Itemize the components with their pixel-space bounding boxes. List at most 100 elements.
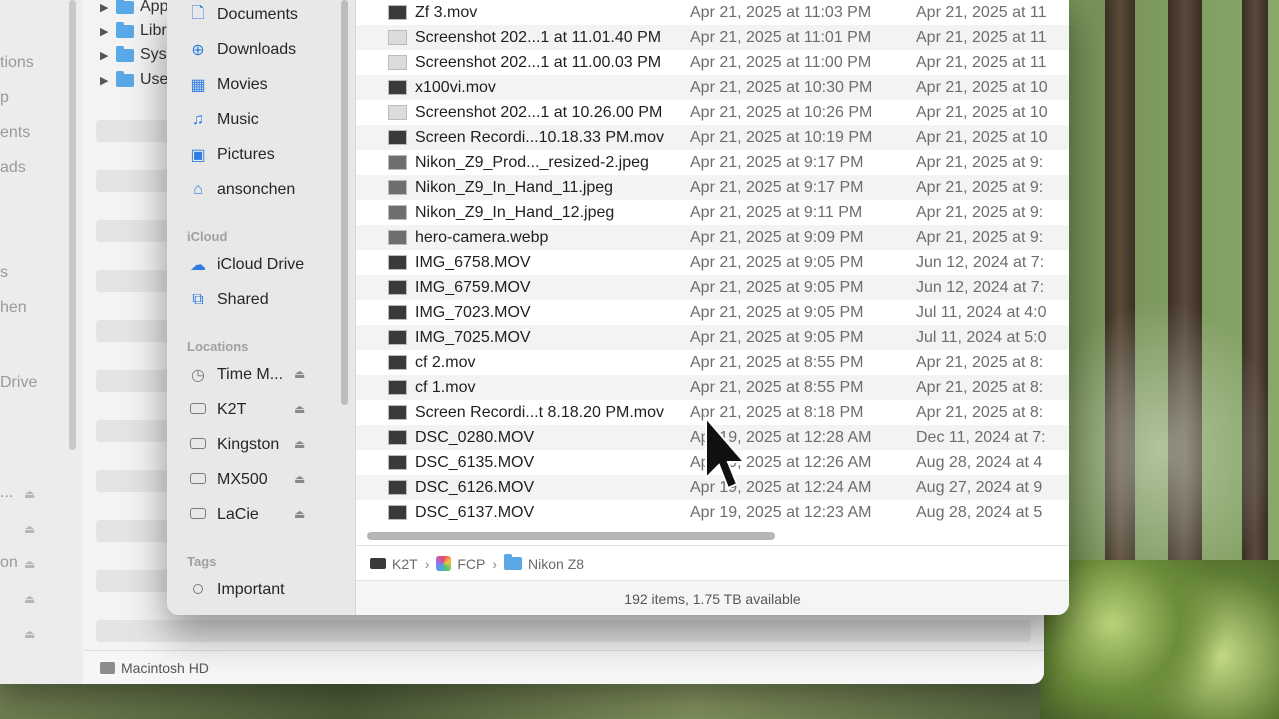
sidebar-item-movies[interactable]: ▦ Movies <box>187 72 267 98</box>
file-row[interactable]: Screenshot 202...1 at 10.26.00 PM Apr 21,… <box>356 100 1069 125</box>
tree-row[interactable]: ▶ Libr <box>100 21 167 40</box>
status-bar: 192 items, 1.75 TB available <box>356 580 1069 615</box>
file-date-created: Apr 21, 2025 at 9: <box>916 228 1044 246</box>
file-thumbnail-icon <box>388 30 407 45</box>
sidebar-item-downloads[interactable]: ⊕ Downloads <box>187 37 296 63</box>
sidebar-item-pictures[interactable]: ▣ Pictures <box>187 142 274 168</box>
hard-disk-icon <box>100 662 115 674</box>
path-label[interactable]: Macintosh HD <box>121 660 209 676</box>
back-sidebar-label: ents <box>0 124 31 141</box>
tree-row[interactable]: ▶ Sys <box>100 45 167 64</box>
cloud-icon: ☁ <box>190 257 206 274</box>
disclosure-triangle-icon[interactable]: ▶ <box>100 1 116 14</box>
file-date-modified: Apr 21, 2025 at 9:09 PM <box>690 228 864 246</box>
sidebar-item-label: K2T <box>217 401 247 418</box>
horizontal-scrollbar[interactable] <box>367 532 775 540</box>
file-row[interactable]: x100vi.mov Apr 21, 2025 at 10:30 PM Apr 21… <box>356 75 1069 100</box>
sidebar-item-icloud-drive[interactable]: ☁ iCloud Drive <box>187 252 304 278</box>
file-row[interactable]: DSC_6137.MOV Apr 19, 2025 at 12:23 AM Aug … <box>356 500 1069 525</box>
file-date-created: Jun 12, 2024 at 7: <box>916 253 1045 271</box>
tree-row-label: App <box>140 0 169 15</box>
file-thumbnail-icon <box>388 105 407 120</box>
disclosure-triangle-icon[interactable]: ▶ <box>100 74 116 87</box>
eject-icon: ⏏ <box>24 627 36 641</box>
back-sidebar-label: s <box>0 264 8 281</box>
file-name: IMG_7025.MOV <box>415 328 531 346</box>
eject-icon[interactable]: ⏏ <box>294 367 305 381</box>
tree-row[interactable]: ▶ Use <box>100 70 168 89</box>
file-date-modified: Apr 21, 2025 at 9:05 PM <box>690 278 864 296</box>
file-date-modified: Apr 21, 2025 at 9:05 PM <box>690 328 864 346</box>
sidebar-item-kingston[interactable]: Kingston <box>187 432 279 458</box>
file-row[interactable]: IMG_7023.MOV Apr 21, 2025 at 9:05 PM Jul 1… <box>356 300 1069 325</box>
file-date-modified: Apr 21, 2025 at 11:01 PM <box>690 28 872 46</box>
file-date-modified: Apr 21, 2025 at 11:03 PM <box>690 3 872 21</box>
tree-row-label: Libr <box>140 22 167 39</box>
sidebar-item-shared[interactable]: ⧉ Shared <box>187 287 269 313</box>
file-date-created: Apr 21, 2025 at 11 <box>916 3 1047 21</box>
drive-icon <box>187 471 209 489</box>
sidebar-item-home[interactable]: ⌂ ansonchen <box>187 177 295 203</box>
disclosure-triangle-icon[interactable]: ▶ <box>100 25 116 38</box>
file-name: Screenshot 202...1 at 10.26.00 PM <box>415 103 663 121</box>
file-row[interactable]: cf 2.mov Apr 21, 2025 at 8:55 PM Apr 21, 2… <box>356 350 1069 375</box>
tree-row[interactable]: ▶ App <box>100 0 168 16</box>
file-name: DSC_6135.MOV <box>415 453 535 471</box>
file-row[interactable]: IMG_6759.MOV Apr 21, 2025 at 9:05 PM Jun 1… <box>356 275 1069 300</box>
path-segment[interactable]: K2T <box>370 556 418 572</box>
sidebar-item-label: MX500 <box>217 471 268 488</box>
file-name: Nikon_Z9_Prod..._resized-2.jpeg <box>415 153 649 171</box>
sidebar-item-mx500[interactable]: MX500 <box>187 467 268 493</box>
sidebar-item-label: Shared <box>217 291 269 308</box>
file-row[interactable]: hero-camera.webp Apr 21, 2025 at 9:09 PM A… <box>356 225 1069 250</box>
file-row[interactable]: Zf 3.mov Apr 21, 2025 at 11:03 PM Apr 21, … <box>356 0 1069 25</box>
file-row[interactable]: cf 1.mov Apr 21, 2025 at 8:55 PM Apr 21, 2… <box>356 375 1069 400</box>
file-row[interactable]: Nikon_Z9_In_Hand_11.jpeg Apr 21, 2025 at … <box>356 175 1069 200</box>
eject-icon[interactable]: ⏏ <box>294 402 305 416</box>
sidebar-item-label: iCloud Drive <box>217 256 305 273</box>
sidebar-item-lacie[interactable]: LaCie <box>187 502 259 528</box>
file-name: Nikon_Z9_In_Hand_12.jpeg <box>415 203 615 221</box>
sidebar-item-music[interactable]: ♫ Music <box>187 107 259 133</box>
file-name: cf 2.mov <box>415 353 476 371</box>
sidebar-item-label: ansonchen <box>217 181 296 198</box>
file-date-modified: Apr 21, 2025 at 9:17 PM <box>690 153 864 171</box>
folder-icon <box>116 70 134 87</box>
sidebar-item-time-machine[interactable]: ◷ Time M... <box>187 362 283 388</box>
file-name: Screenshot 202...1 at 11.01.40 PM <box>415 28 662 46</box>
eject-icon[interactable]: ⏏ <box>294 507 305 521</box>
document-icon: 🗋 <box>191 4 205 22</box>
eject-icon[interactable]: ⏏ <box>294 437 305 451</box>
file-date-modified: Apr 21, 2025 at 10:30 PM <box>690 78 873 96</box>
back-sidebar-scrollbar[interactable] <box>69 0 76 450</box>
file-date-created: Apr 21, 2025 at 8: <box>916 403 1044 421</box>
file-date-modified: Apr 21, 2025 at 10:26 PM <box>690 103 873 121</box>
sidebar-item-k2t[interactable]: K2T <box>187 397 246 423</box>
file-name: Screen Recordi...t 8.18.20 PM.mov <box>415 403 664 421</box>
file-name: DSC_6137.MOV <box>415 503 535 521</box>
path-segment[interactable]: Nikon Z8 <box>504 554 584 572</box>
file-row[interactable]: IMG_7025.MOV Apr 21, 2025 at 9:05 PM Jul 1… <box>356 325 1069 350</box>
file-row[interactable]: Nikon_Z9_In_Hand_12.jpeg Apr 21, 2025 at … <box>356 200 1069 225</box>
file-row[interactable]: IMG_6758.MOV Apr 21, 2025 at 9:05 PM Jun 1… <box>356 250 1069 275</box>
file-name: hero-camera.webp <box>415 228 549 246</box>
path-segment[interactable]: FCP <box>436 556 485 572</box>
file-date-created: Apr 21, 2025 at 8: <box>916 353 1044 371</box>
sidebar-scrollbar[interactable] <box>341 0 348 405</box>
drive-icon <box>187 401 209 419</box>
download-icon: ⊕ <box>191 42 205 59</box>
file-row[interactable]: Nikon_Z9_Prod..._resized-2.jpeg Apr 21, 2… <box>356 150 1069 175</box>
sidebar-item-tag-important[interactable]: Important <box>187 577 285 603</box>
file-row[interactable]: Screen Recordi...10.18.33 PM.mov Apr 21, … <box>356 125 1069 150</box>
disclosure-triangle-icon[interactable]: ▶ <box>100 49 116 62</box>
chevron-right-icon: › <box>424 555 430 572</box>
sidebar-item-documents[interactable]: 🗋 Documents <box>187 2 298 28</box>
eject-icon[interactable]: ⏏ <box>294 472 305 486</box>
file-row[interactable]: Screenshot 202...1 at 11.00.03 PM Apr 21,… <box>356 50 1069 75</box>
eject-icon: ⏏ <box>24 487 36 501</box>
file-row[interactable]: Screenshot 202...1 at 11.01.40 PM Apr 21,… <box>356 25 1069 50</box>
file-date-created: Apr 21, 2025 at 10 <box>916 128 1048 146</box>
tree-row-label: Sys <box>140 46 167 63</box>
file-name: DSC_0280.MOV <box>415 428 535 446</box>
time-machine-icon: ◷ <box>191 367 205 384</box>
